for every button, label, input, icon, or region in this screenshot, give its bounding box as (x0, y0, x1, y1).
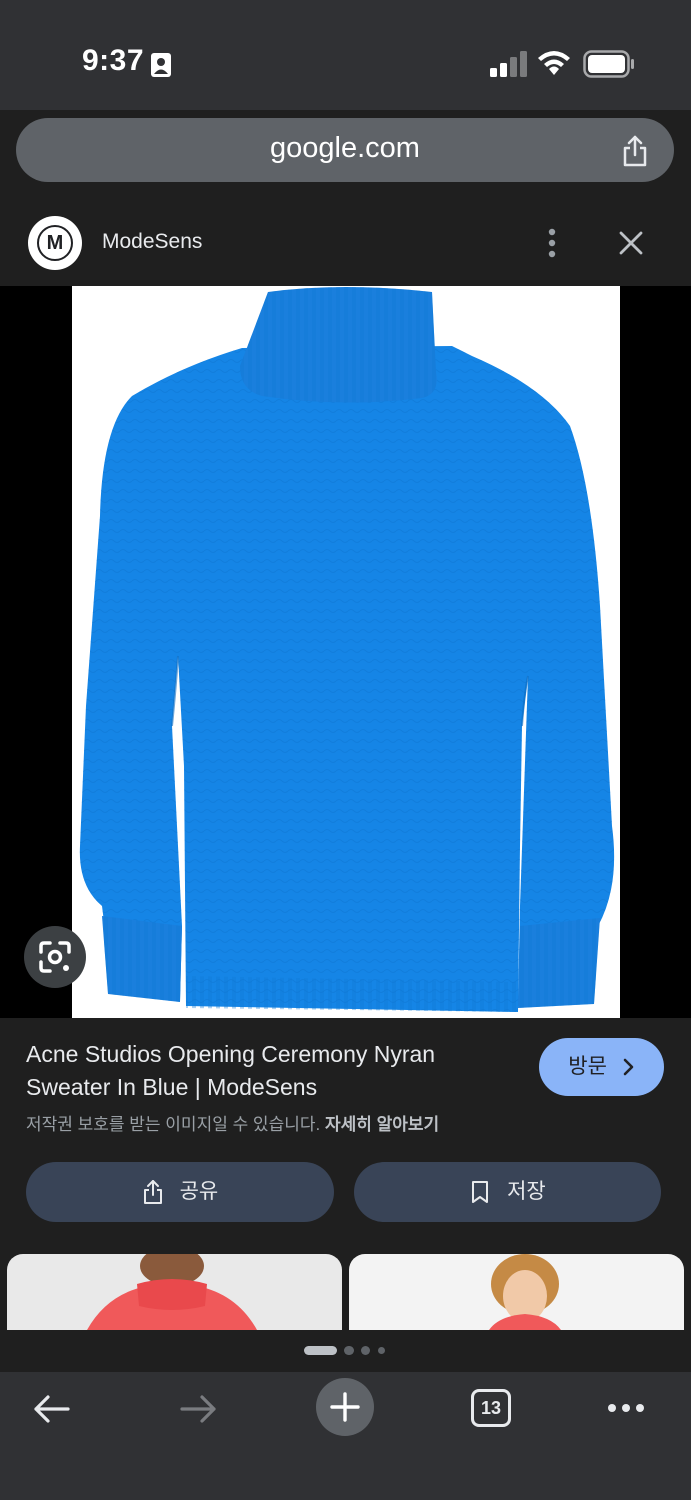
related-image (87, 1254, 257, 1330)
lens-button[interactable] (24, 926, 86, 988)
back-arrow-icon[interactable] (32, 1392, 72, 1426)
copyright-notice: 저작권 보호를 받는 이미지일 수 있습니다. 자세히 알아보기 (26, 1110, 439, 1135)
related-results (0, 1254, 691, 1330)
new-tab-button[interactable] (316, 1378, 374, 1436)
copyright-text: 저작권 보호를 받는 이미지일 수 있습니다. (26, 1115, 321, 1134)
visit-button[interactable]: 방문 (539, 1038, 664, 1096)
url-text[interactable]: google.com (16, 132, 674, 165)
tabs-icon[interactable]: 13 (471, 1389, 511, 1427)
close-icon[interactable] (616, 228, 646, 258)
related-result-card[interactable] (7, 1254, 342, 1330)
pager-dot[interactable] (344, 1346, 354, 1355)
learn-more-link[interactable]: 자세히 알아보기 (325, 1115, 439, 1134)
image-viewer (0, 286, 691, 1018)
plus-icon (330, 1392, 360, 1422)
save-button[interactable]: 저장 (354, 1162, 661, 1222)
source-name[interactable]: ModeSens (102, 230, 202, 254)
share-icon[interactable] (620, 134, 650, 168)
bookmark-icon (472, 1181, 489, 1204)
status-time: 9:37 (82, 44, 145, 77)
source-header: M ModeSens (0, 200, 691, 286)
source-logo[interactable]: M (28, 216, 82, 270)
product-image[interactable] (72, 286, 620, 1018)
chevron-right-icon (623, 1059, 634, 1076)
share-icon (143, 1180, 162, 1205)
more-horizontal-icon[interactable] (606, 1402, 646, 1414)
carousel-pager (0, 1330, 691, 1372)
visit-label: 방문 (568, 1055, 607, 1079)
more-vertical-icon[interactable] (540, 226, 564, 260)
google-lens-icon (39, 941, 71, 973)
info-panel: Acne Studios Opening Ceremony Nyran Swea… (0, 1018, 691, 1254)
pager-dot[interactable] (378, 1347, 385, 1354)
id-card-icon (151, 53, 171, 77)
related-image (489, 1254, 561, 1330)
sweater-illustration (79, 287, 615, 1012)
share-button[interactable]: 공유 (26, 1162, 334, 1222)
related-result-card[interactable] (349, 1254, 684, 1330)
source-logo-letter: M (37, 225, 73, 261)
share-label: 공유 (179, 1180, 219, 1204)
browser-bottom-bar: 13 (0, 1372, 691, 1500)
battery-icon (583, 50, 634, 78)
pager-dot[interactable] (361, 1346, 370, 1355)
signal-icon (490, 51, 527, 77)
forward-arrow-icon[interactable] (178, 1392, 218, 1426)
url-bar[interactable]: google.com (16, 118, 674, 182)
wifi-icon (538, 51, 570, 75)
pager-dot[interactable] (304, 1346, 337, 1355)
status-bar: 9:37 (0, 0, 691, 110)
result-title[interactable]: Acne Studios Opening Ceremony Nyran Swea… (26, 1038, 516, 1104)
save-label: 저장 (507, 1180, 546, 1204)
